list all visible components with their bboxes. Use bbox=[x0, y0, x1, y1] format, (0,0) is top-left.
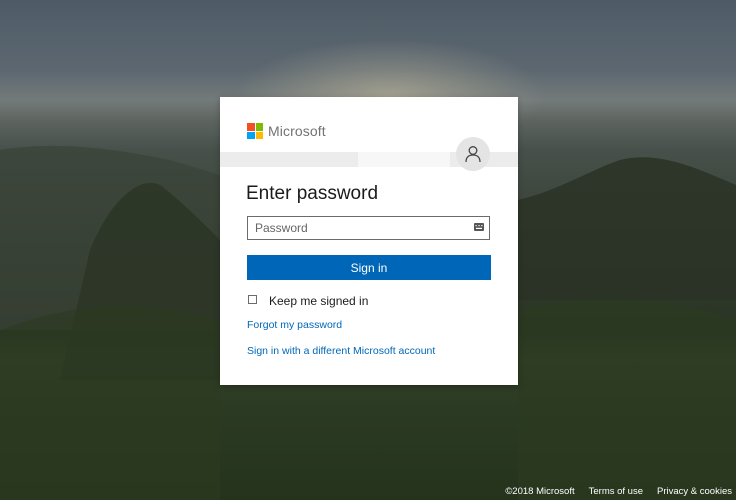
avatar bbox=[456, 137, 490, 171]
logo-square-green bbox=[255, 123, 263, 131]
keyboard-icon[interactable] bbox=[474, 223, 484, 231]
logo-square-red bbox=[247, 123, 255, 131]
user-icon bbox=[465, 146, 481, 163]
password-input[interactable] bbox=[248, 217, 465, 239]
logo-square-blue bbox=[247, 131, 255, 139]
logo-square-yellow bbox=[255, 131, 263, 139]
forgot-password-link[interactable]: Forgot my password bbox=[247, 319, 342, 331]
sign-in-button[interactable]: Sign in bbox=[247, 255, 491, 280]
brand-name: Microsoft bbox=[268, 123, 326, 139]
keep-signed-in-label[interactable]: Keep me signed in bbox=[269, 294, 368, 308]
page-footer: ©2018 Microsoft Terms of use Privacy & c… bbox=[505, 486, 732, 497]
page-title: Enter password bbox=[246, 183, 379, 204]
keep-signed-in-checkbox[interactable] bbox=[248, 294, 257, 304]
microsoft-logo-icon bbox=[247, 123, 263, 139]
privacy-cookies-link[interactable]: Privacy & cookies bbox=[657, 486, 732, 497]
different-account-link[interactable]: Sign in with a different Microsoft accou… bbox=[247, 345, 435, 357]
microsoft-logo: Microsoft bbox=[247, 123, 326, 139]
identity-email bbox=[358, 152, 450, 167]
copyright-text: ©2018 Microsoft bbox=[505, 486, 575, 497]
terms-of-use-link[interactable]: Terms of use bbox=[589, 486, 643, 497]
keep-signed-in-row: Keep me signed in bbox=[248, 292, 368, 308]
password-field[interactable] bbox=[247, 216, 490, 240]
sign-in-card: Microsoft Enter password Sign in Keep me… bbox=[220, 97, 518, 385]
